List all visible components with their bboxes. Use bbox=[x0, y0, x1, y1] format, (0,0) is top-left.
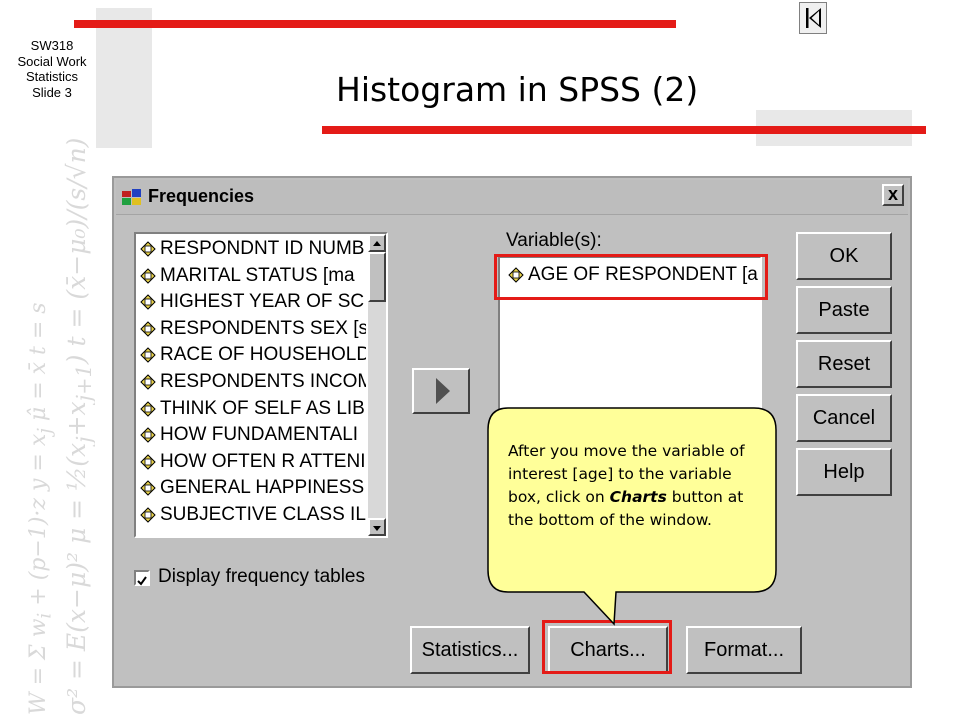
course-name-line1: Social Work bbox=[17, 53, 87, 69]
move-variable-button[interactable] bbox=[412, 368, 470, 414]
scale-variable-icon bbox=[140, 267, 156, 284]
variable-label: THINK OF SELF AS LIB bbox=[160, 397, 365, 419]
decorative-formula-strip: σ² = E(x−μ)² μ = ½(xj+xj+1) t = (x̄−μ₀)/… bbox=[0, 125, 95, 715]
list-item[interactable]: RACE OF HOUSEHOLD bbox=[138, 342, 366, 369]
dialog-title: Frequencies bbox=[148, 186, 255, 206]
callout-text: After you move the variable of interest … bbox=[508, 442, 745, 529]
variable-label: HIGHEST YEAR OF SC bbox=[160, 291, 365, 313]
variable-label: HOW FUNDAMENTALI bbox=[160, 424, 359, 446]
help-button[interactable]: Help bbox=[796, 448, 892, 496]
variable-label: SUBJECTIVE CLASS IL bbox=[160, 503, 366, 525]
variable-list-items: RESPONDNT ID NUMB MARITAL STATUS [ma HIGHE… bbox=[138, 236, 366, 529]
cancel-button[interactable]: Cancel bbox=[796, 394, 892, 442]
spss-app-icon bbox=[122, 189, 141, 205]
decorative-formula: σ² = E(x−μ)² μ = ½(xj+xj+1) t = (x̄−μ₀)/… bbox=[62, 137, 95, 715]
variable-label: RESPONDENTS SEX [s bbox=[160, 317, 366, 339]
arrow-down-icon bbox=[373, 526, 381, 531]
variable-label: GENERAL HAPPINESS bbox=[160, 477, 365, 499]
slide-number: Slide 3 bbox=[32, 84, 72, 100]
scale-variable-icon bbox=[140, 294, 156, 310]
variable-label: RACE OF HOUSEHOLD bbox=[160, 344, 366, 366]
arrow-up-icon bbox=[373, 241, 381, 246]
course-code: SW318 bbox=[30, 38, 74, 53]
variable-label: HOW OFTEN R ATTENI bbox=[160, 450, 366, 472]
statistics-button[interactable]: Statistics... bbox=[410, 626, 530, 674]
scrollbar[interactable] bbox=[368, 234, 386, 536]
decorative-red-line bbox=[322, 126, 926, 134]
charts-emphasis: Charts bbox=[609, 488, 667, 506]
list-item[interactable]: HIGHEST YEAR OF SC bbox=[138, 289, 366, 316]
variables-caption: Variable(s): bbox=[506, 230, 602, 251]
first-slide-button[interactable] bbox=[799, 2, 827, 34]
scale-variable-icon bbox=[140, 374, 156, 390]
display-frequency-tables-checkbox[interactable] bbox=[134, 570, 150, 586]
scale-variable-icon bbox=[140, 241, 156, 257]
first-slide-icon bbox=[806, 8, 821, 28]
format-button[interactable]: Format... bbox=[686, 626, 802, 674]
variable-label: RESPONDNT ID NUMB bbox=[160, 238, 365, 259]
list-item[interactable]: HOW FUNDAMENTALI bbox=[138, 422, 366, 449]
dialog-titlebar: Frequencies x bbox=[116, 180, 908, 215]
charts-button-highlight bbox=[542, 620, 672, 674]
scale-variable-icon bbox=[140, 507, 156, 523]
source-variable-list[interactable]: RESPONDNT ID NUMB MARITAL STATUS [ma HIGHE… bbox=[134, 232, 388, 538]
page-title: Histogram in SPSS (2) bbox=[336, 70, 699, 109]
arrow-right-icon bbox=[436, 378, 450, 404]
list-item[interactable]: SUBJECTIVE CLASS IL bbox=[138, 502, 366, 529]
scale-variable-icon bbox=[140, 427, 156, 443]
display-frequency-tables-label: Display frequency tables bbox=[158, 566, 365, 587]
list-item[interactable]: THINK OF SELF AS LIB bbox=[138, 396, 366, 423]
decorative-formula: W = Σ wi + (p−1)·z y = xj μ̂ = x̄ t = s bbox=[26, 302, 56, 715]
target-variable-highlight bbox=[494, 254, 768, 300]
slide-info: SW318 Social Work Statistics Slide 3 bbox=[0, 38, 104, 100]
scale-variable-icon bbox=[140, 321, 156, 337]
variable-label: MARITAL STATUS [ma bbox=[160, 264, 355, 286]
list-item[interactable]: RESPONDENTS INCOM bbox=[138, 369, 366, 396]
list-item[interactable]: HOW OFTEN R ATTENI bbox=[138, 449, 366, 476]
variable-label: RESPONDENTS INCOM bbox=[160, 370, 366, 392]
ok-button[interactable]: OK bbox=[796, 232, 892, 280]
list-item[interactable]: GENERAL HAPPINESS bbox=[138, 475, 366, 502]
course-name-line2: Statistics bbox=[25, 69, 78, 84]
scroll-up-button[interactable] bbox=[368, 234, 386, 252]
scale-variable-icon bbox=[140, 480, 156, 497]
list-item[interactable]: RESPONDENTS SEX [s bbox=[138, 316, 366, 343]
scale-variable-icon bbox=[140, 347, 156, 364]
decorative-red-line bbox=[74, 20, 676, 28]
scale-variable-icon bbox=[140, 454, 156, 470]
scroll-down-button[interactable] bbox=[368, 518, 386, 536]
checkmark-icon bbox=[137, 576, 147, 586]
list-item[interactable]: RESPONDNT ID NUMB bbox=[138, 236, 366, 263]
decorative-gray-block bbox=[96, 8, 152, 148]
close-button[interactable]: x bbox=[882, 184, 904, 206]
scroll-thumb[interactable] bbox=[368, 252, 386, 302]
list-item[interactable]: MARITAL STATUS [ma bbox=[138, 263, 366, 290]
scale-variable-icon bbox=[140, 400, 156, 417]
paste-button[interactable]: Paste bbox=[796, 286, 892, 334]
reset-button[interactable]: Reset bbox=[796, 340, 892, 388]
